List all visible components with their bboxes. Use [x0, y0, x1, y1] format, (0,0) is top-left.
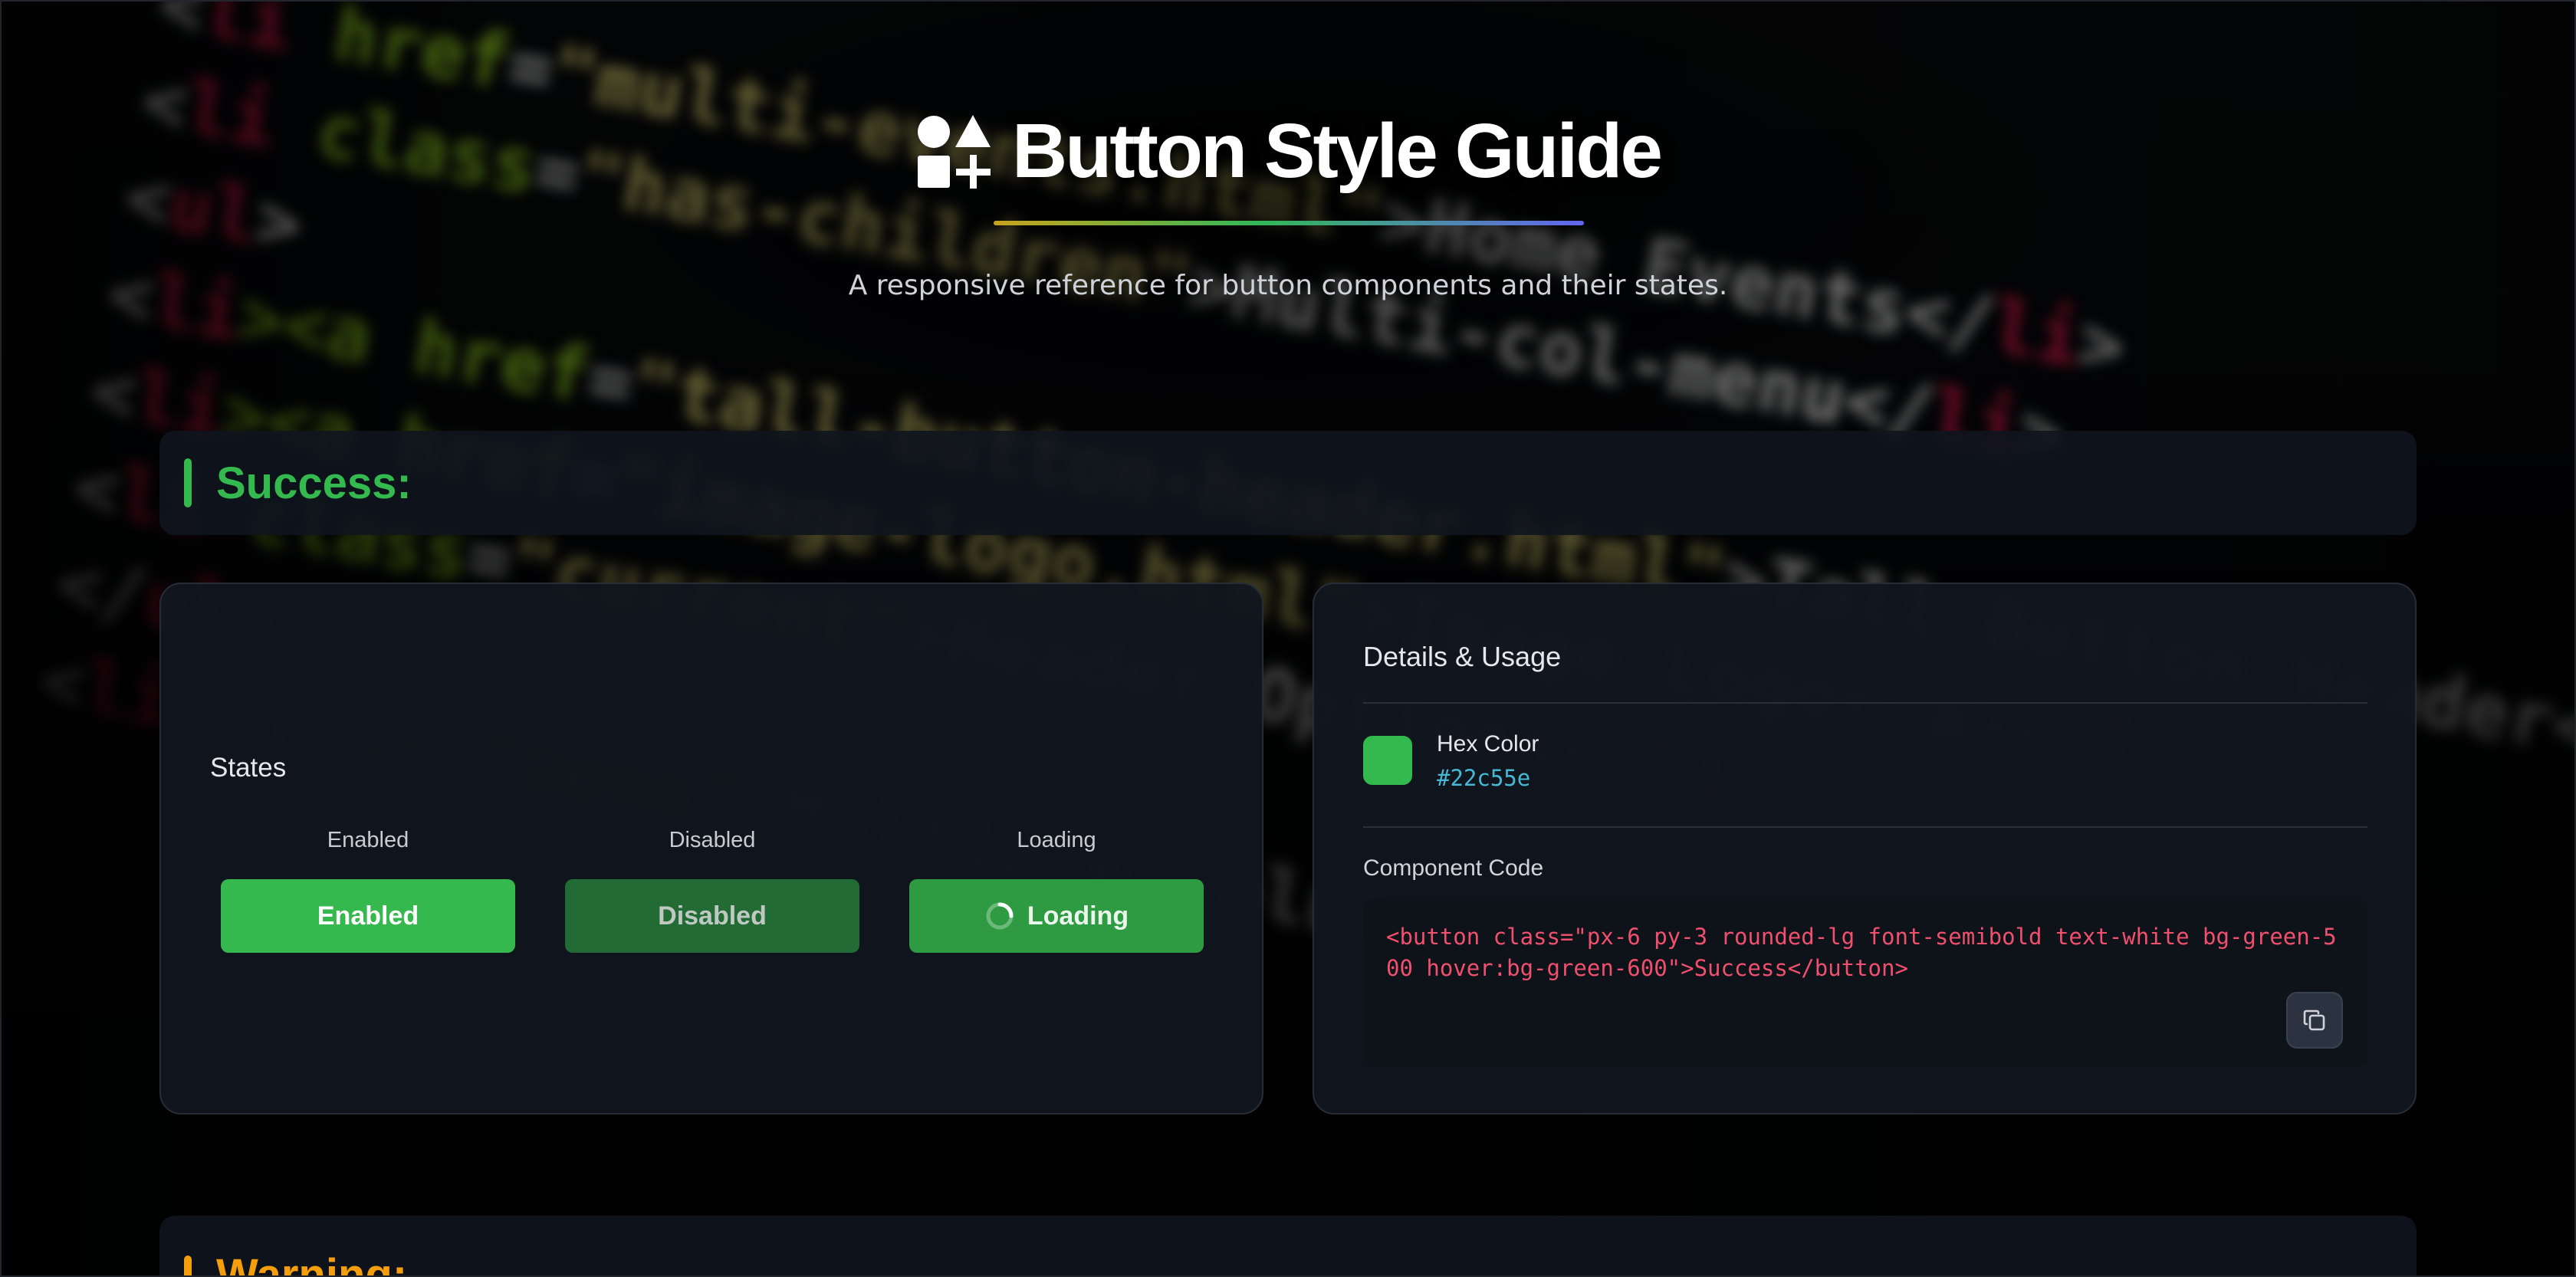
loading-button[interactable]: Loading	[909, 879, 1204, 953]
state-caption-disabled: Disabled	[669, 828, 756, 852]
code-block: <button class="px-6 py-3 rounded-lg font…	[1363, 898, 2367, 1067]
states-heading: States	[210, 753, 287, 783]
component-code-label: Component Code	[1363, 855, 1544, 881]
state-column-enabled: Enabled Enabled	[220, 828, 516, 953]
spinner-icon	[986, 902, 1014, 930]
details-card: Details & Usage Hex Color #22c55e Compon…	[1313, 583, 2417, 1115]
section-title-warning: Warning:	[216, 1249, 408, 1277]
section-accent	[184, 1256, 192, 1277]
copy-icon	[2303, 1009, 2325, 1031]
state-column-loading: Loading Loading	[909, 828, 1204, 953]
page-header: Button Style Guide A responsive referenc…	[0, 107, 2576, 301]
state-caption-loading: Loading	[1017, 828, 1096, 852]
states-card: States Enabled Enabled Disabled Disabled…	[159, 583, 1263, 1115]
hex-color-label: Hex Color	[1437, 731, 1539, 757]
title-underline	[994, 221, 1584, 225]
hex-color-value[interactable]: #22c55e	[1437, 765, 1530, 791]
enabled-button-label: Enabled	[317, 901, 419, 931]
loading-button-label: Loading	[1027, 901, 1129, 931]
color-swatch	[1363, 736, 1412, 785]
divider	[1363, 826, 2367, 828]
state-caption-enabled: Enabled	[327, 828, 409, 852]
page-title: Button Style Guide	[1012, 108, 1663, 194]
disabled-button-label: Disabled	[658, 901, 767, 931]
section-accent	[184, 458, 192, 507]
section-header-success: Success:	[159, 431, 2417, 535]
details-heading: Details & Usage	[1363, 641, 1562, 672]
shapes-icon	[918, 114, 991, 189]
divider	[1363, 702, 2367, 704]
page-subtitle: A responsive reference for button compon…	[848, 270, 1728, 301]
section-header-warning: Warning:	[159, 1216, 2417, 1277]
disabled-button: Disabled	[565, 879, 859, 953]
component-code[interactable]: <button class="px-6 py-3 rounded-lg font…	[1386, 921, 2344, 984]
title-row: Button Style Guide	[915, 107, 1663, 195]
section-title-success: Success:	[216, 458, 412, 508]
enabled-button[interactable]: Enabled	[221, 879, 515, 953]
state-column-disabled: Disabled Disabled	[564, 828, 860, 953]
copy-code-button[interactable]	[2286, 992, 2343, 1049]
